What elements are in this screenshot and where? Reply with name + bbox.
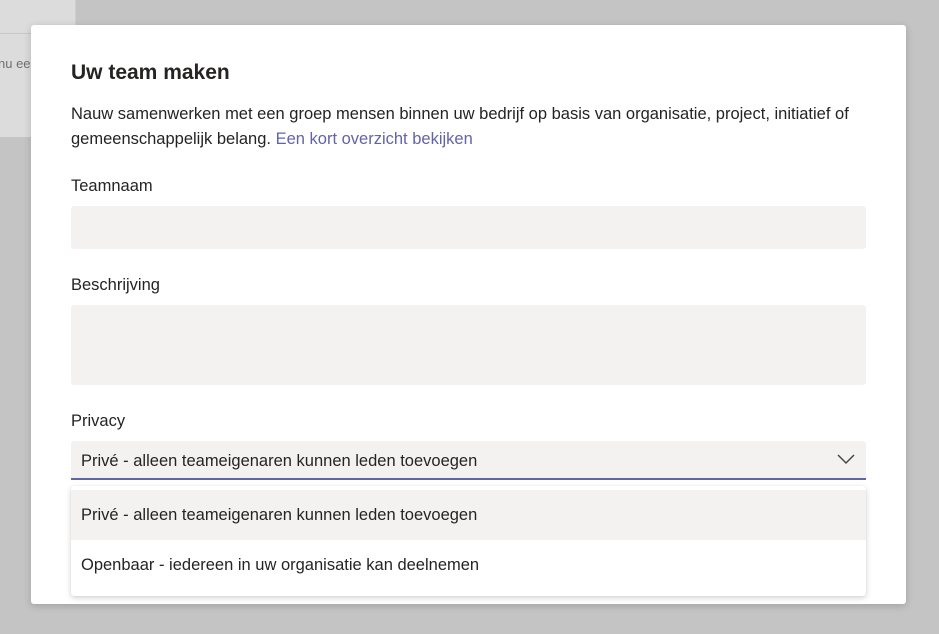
overview-link[interactable]: Een kort overzicht bekijken <box>276 130 473 148</box>
privacy-dropdown[interactable]: Privé - alleen teameigenaren kunnen lede… <box>71 441 866 480</box>
team-name-input[interactable] <box>71 206 866 249</box>
description-input[interactable] <box>71 305 866 385</box>
dialog-title: Uw team maken <box>71 61 230 84</box>
privacy-selected-value: Privé - alleen teameigenaren kunnen lede… <box>81 452 478 470</box>
description-label: Beschrijving <box>71 276 160 294</box>
privacy-option-public[interactable]: Openbaar - iedereen in uw organisatie ka… <box>71 540 866 590</box>
create-team-dialog: Uw team maken Nauw samenwerken met een g… <box>31 25 906 604</box>
privacy-label: Privacy <box>71 412 126 430</box>
privacy-option-private[interactable]: Privé - alleen teameigenaren kunnen lede… <box>71 490 866 540</box>
dialog-description: Nauw samenwerken met een groep mensen bi… <box>71 102 861 152</box>
background-text: nu ee <box>0 56 31 71</box>
team-name-label: Teamnaam <box>71 177 153 195</box>
privacy-options-menu: Privé - alleen teameigenaren kunnen lede… <box>71 486 866 596</box>
chevron-down-icon <box>837 454 855 465</box>
